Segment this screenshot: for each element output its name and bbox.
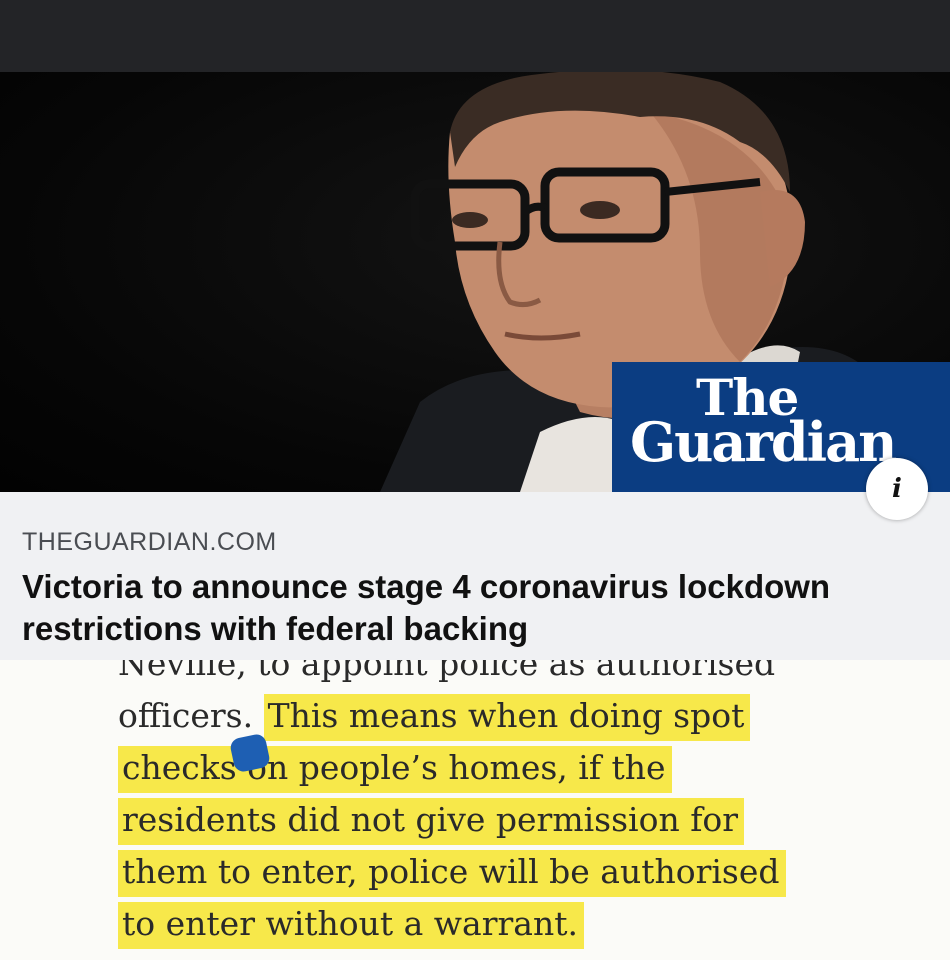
article-hero-image[interactable]: The Guardian — [0, 72, 950, 492]
top-status-bar — [0, 0, 950, 72]
highlighted-text[interactable]: checks on people’s homes, if the — [118, 746, 672, 793]
highlighted-text[interactable]: to enter without a warrant. — [118, 902, 584, 949]
info-icon[interactable]: i — [866, 458, 928, 520]
article-line-partial: Neville, to appoint police as authorised — [118, 660, 776, 683]
article-paragraph: Neville, to appoint police as authorised… — [118, 660, 878, 950]
article-line-4: them to enter, police will be authorised — [118, 846, 878, 898]
link-domain: THEGUARDIAN.COM — [22, 528, 277, 556]
article-line-1: officers. This means when doing spot — [118, 690, 878, 742]
link-preview-card[interactable]: THEGUARDIAN.COM Victoria to announce sta… — [0, 492, 950, 660]
highlighted-text[interactable]: them to enter, police will be authorised — [118, 850, 786, 897]
article-line-3: residents did not give permission for — [118, 794, 878, 846]
article-text-plain: officers. — [118, 696, 254, 735]
article-excerpt: Neville, to appoint police as authorised… — [0, 660, 950, 960]
article-line-5: to enter without a warrant. — [118, 898, 878, 950]
highlighted-text[interactable]: This means when doing spot — [263, 694, 751, 741]
logo-word-guardian: Guardian — [630, 410, 897, 474]
link-headline[interactable]: Victoria to announce stage 4 coronavirus… — [22, 566, 922, 650]
highlighted-text[interactable]: residents did not give permission for — [118, 798, 745, 845]
screenshot-frame: The Guardian THEGUARDIAN.COM Victoria to… — [0, 0, 950, 960]
